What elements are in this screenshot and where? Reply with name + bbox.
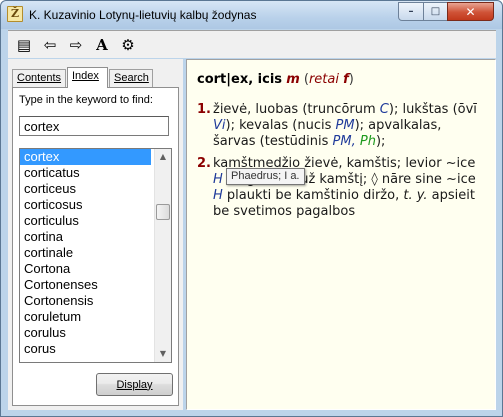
toolbar: ▤ ⇦ ⇨ A ⚙: [8, 30, 496, 58]
keyword-list-item[interactable]: cortina: [20, 229, 151, 245]
author-abbrev[interactable]: H: [213, 172, 223, 187]
keyword-list-item[interactable]: Cortona: [20, 261, 151, 277]
author-abbrev[interactable]: PM: [336, 118, 355, 133]
dictionary-entry: cort|ex, icis m (retai f) 1. žievė, luob…: [197, 72, 487, 226]
nav-tabs: Contents Index Search: [12, 67, 179, 88]
keyword-list-item[interactable]: cortex: [20, 149, 151, 165]
keyword-list-item[interactable]: coruletum: [20, 309, 151, 325]
display-button[interactable]: Display: [96, 373, 173, 396]
gender-label: m: [286, 72, 300, 87]
headword: cort|ex, icis: [197, 72, 283, 87]
window-title: K. Kuzavinio Lotynų-lietuvių kalbų žodyn…: [29, 8, 257, 22]
app-window: Ž K. Kuzavinio Lotynų-lietuvių kalbų žod…: [0, 0, 503, 417]
close-button[interactable]: ✕: [447, 2, 494, 21]
author-abbrev[interactable]: Vi: [213, 118, 226, 133]
dictionary-app-icon[interactable]: Ž: [7, 6, 23, 22]
forward-arrow-icon[interactable]: ⇨: [64, 33, 88, 57]
tab-contents[interactable]: Contents: [12, 69, 66, 87]
keyword-list-item[interactable]: cortinale: [20, 245, 151, 261]
font-size-icon[interactable]: A: [90, 33, 114, 57]
keyword-list-item[interactable]: corticulus: [20, 213, 151, 229]
author-abbrev[interactable]: C: [380, 102, 389, 117]
title-bar[interactable]: Ž K. Kuzavinio Lotynų-lietuvių kalbų žod…: [1, 1, 502, 29]
keyword-list-item[interactable]: corticosus: [20, 197, 151, 213]
sense-text: kamštmedžio žievė, kamštis; levior ~ice …: [213, 156, 476, 219]
scroll-up-icon[interactable]: ▲: [155, 149, 171, 165]
tab-index[interactable]: Index: [67, 67, 108, 88]
author-abbrev[interactable]: PM,: [333, 134, 356, 149]
sense-1: 1. žievė, luobas (truncōrum C); lukštas …: [197, 102, 487, 150]
minimize-button[interactable]: –: [398, 2, 424, 21]
scroll-down-icon[interactable]: ▼: [155, 346, 171, 362]
navigation-pane: Contents Index Search Type in the keywor…: [8, 59, 183, 410]
keyword-list[interactable]: cortex corticatus corticeus corticosus corti…: [19, 148, 172, 363]
back-arrow-icon[interactable]: ⇦: [38, 33, 62, 57]
index-panel: Type in the keyword to find: cortexcorti…: [12, 87, 179, 406]
options-icon[interactable]: ⚙: [116, 33, 140, 57]
keyword-input[interactable]: [19, 116, 169, 136]
keyword-list-item[interactable]: corulus: [20, 325, 151, 341]
maximize-button[interactable]: □: [423, 2, 448, 21]
author-abbrev[interactable]: H: [213, 188, 223, 203]
keyword-list-item[interactable]: corticeus: [20, 181, 151, 197]
toggle-pane-icon[interactable]: ▤: [12, 33, 36, 57]
author-tooltip: Phaedrus; I a.: [226, 168, 305, 185]
keyword-list-item[interactable]: corticatus: [20, 165, 151, 181]
tab-search[interactable]: Search: [109, 69, 153, 87]
keyword-list-item[interactable]: Cortonensis: [20, 293, 151, 309]
sense-number: 1.: [197, 102, 211, 117]
keyword-prompt-label: Type in the keyword to find:: [19, 94, 153, 106]
entry-headline: cort|ex, icis m (retai f): [197, 72, 487, 88]
entry-content-pane: cort|ex, icis m (retai f) 1. žievė, luob…: [186, 59, 496, 410]
sense-2: 2. kamštmedžio žievė, kamštis; levior ~i…: [197, 156, 487, 220]
author-abbrev-hovered[interactable]: Ph: [360, 134, 376, 149]
sense-text: žievė, luobas (truncōrum C); lukštas (ōv…: [213, 102, 477, 149]
scroll-thumb[interactable]: [156, 204, 170, 220]
sense-number: 2.: [197, 156, 211, 171]
keyword-list-item[interactable]: corus: [20, 341, 151, 357]
keyword-list-scrollbar[interactable]: ▲ ▼: [154, 149, 171, 362]
variant-note: (retai f): [303, 72, 354, 87]
keyword-list-item[interactable]: Cortonenses: [20, 277, 151, 293]
